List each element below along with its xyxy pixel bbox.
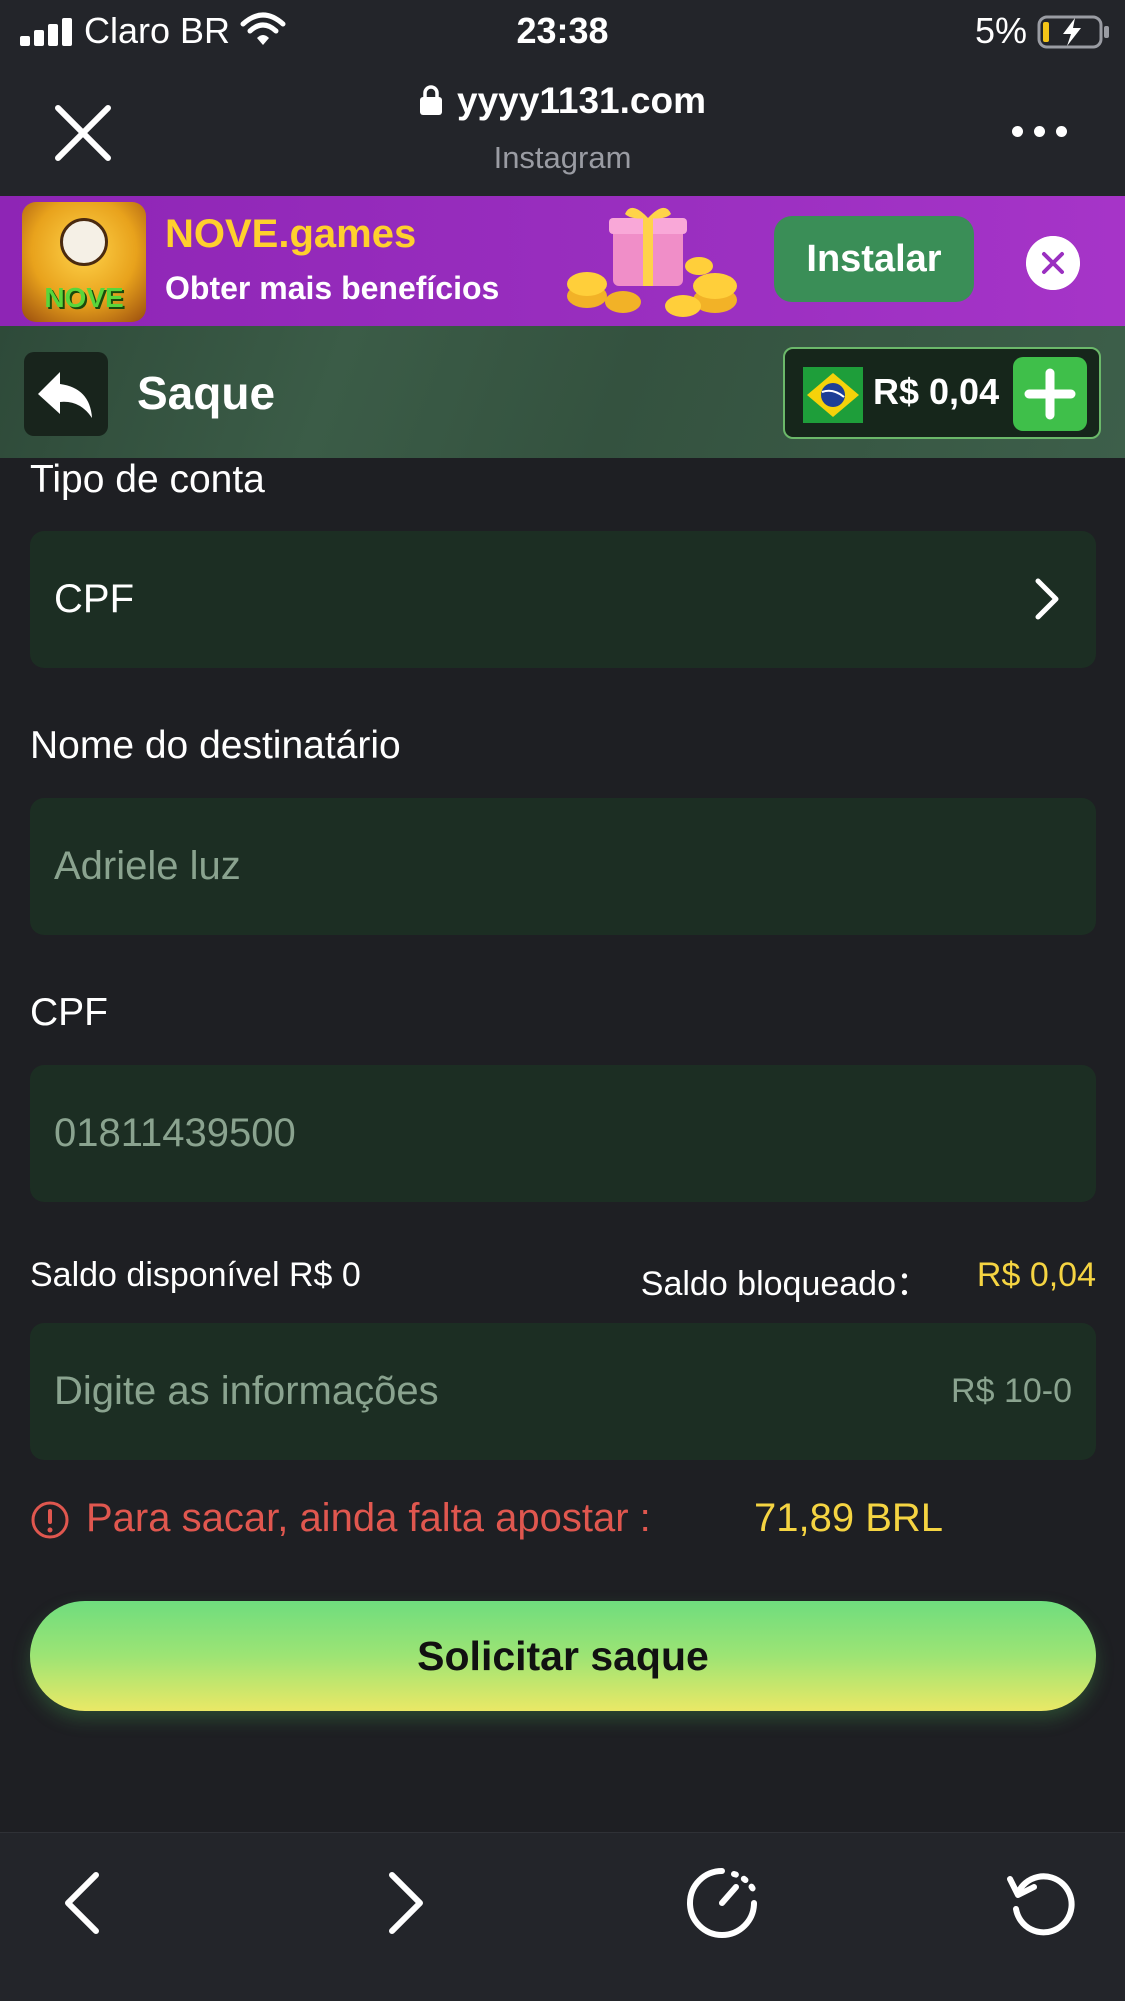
close-banner-icon[interactable]	[1026, 236, 1080, 290]
available-balance: Saldo disponível R$ 0	[30, 1256, 361, 1294]
gift-coins-icon	[567, 207, 737, 317]
status-bar: Claro BR 23:38 5%	[0, 0, 1125, 62]
recipient-name-field[interactable]: Adriele luz	[30, 798, 1096, 935]
alert-icon	[31, 1501, 69, 1539]
warning-amount: 71,89 BRL	[754, 1496, 944, 1540]
plus-icon	[1024, 368, 1076, 420]
app-header: Saque R$ 0,04	[0, 326, 1125, 458]
battery-percent: 5%	[975, 10, 1028, 51]
timer-icon[interactable]	[682, 1863, 762, 1943]
url-bar[interactable]: yyyy1131.com	[0, 80, 1125, 122]
deposit-button[interactable]	[1013, 357, 1087, 431]
browser-header: yyyy1131.com Instagram	[0, 62, 1125, 196]
amount-range: R$ 10-0	[951, 1372, 1072, 1410]
page-title: Saque	[137, 367, 276, 419]
install-banner: NOVE NOVE.games Obter mais benefícios In…	[0, 196, 1125, 326]
withdraw-amount-input[interactable]: Digite as informações R$ 10-0	[30, 1323, 1096, 1460]
chevron-right-icon	[1035, 578, 1059, 620]
cpf-value: 01811439500	[54, 1111, 296, 1155]
browser-toolbar	[0, 1832, 1125, 2001]
reply-arrow-icon	[38, 372, 92, 418]
nove-games-logo: NOVE	[22, 202, 146, 322]
recipient-name-value: Adriele luz	[54, 844, 241, 888]
reload-icon[interactable]	[1002, 1863, 1082, 1943]
warning-text: Para sacar, ainda falta apostar :	[86, 1496, 651, 1540]
recipient-name-label: Nome do destinatário	[30, 724, 401, 767]
account-type-select[interactable]: CPF	[30, 531, 1096, 668]
blocked-balance-label: Saldo bloqueado：	[640, 1265, 930, 1303]
balance-info-row: Saldo disponível R$ 0 Saldo bloqueado： R…	[30, 1256, 1096, 1306]
battery-charging-icon	[1037, 15, 1109, 49]
account-type-value: CPF	[54, 577, 134, 621]
balance-widget: R$ 0,04	[783, 347, 1101, 439]
back-button[interactable]	[24, 352, 108, 436]
forward-icon[interactable]	[364, 1863, 444, 1943]
browser-source: Instagram	[493, 140, 632, 175]
header-balance: R$ 0,04	[873, 371, 1000, 412]
url-text: yyyy1131.com	[457, 80, 706, 121]
banner-title: NOVE.games	[165, 212, 417, 256]
amount-placeholder: Digite as informações	[54, 1369, 439, 1413]
cpf-field[interactable]: 01811439500	[30, 1065, 1096, 1202]
back-icon[interactable]	[44, 1863, 124, 1943]
brazil-flag-icon	[803, 367, 863, 423]
request-withdrawal-button[interactable]: Solicitar saque	[30, 1601, 1096, 1711]
lock-icon	[420, 85, 443, 115]
banner-subtitle: Obter mais benefícios	[165, 270, 500, 306]
account-type-label: Tipo de conta	[30, 458, 265, 501]
clock: 23:38	[516, 10, 609, 51]
blocked-balance-value: R$ 0,04	[976, 1256, 1096, 1294]
cpf-label: CPF	[30, 991, 108, 1034]
install-button[interactable]: Instalar	[774, 216, 974, 302]
more-options-icon[interactable]	[1012, 117, 1072, 147]
